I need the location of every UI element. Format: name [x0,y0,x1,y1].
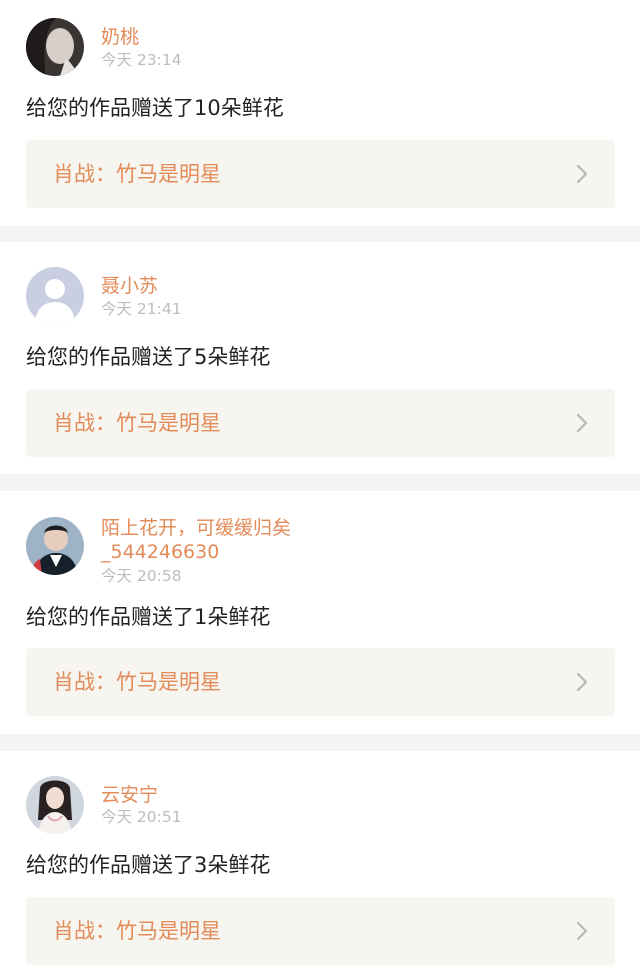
work-link[interactable]: 肖战：竹马是明星 [26,648,615,716]
default-avatar-icon [26,267,84,325]
work-title: 肖战：竹马是明星 [53,919,221,943]
notification-card: 陌上花开，可缓缓归矣 _544246630 今天 20:58 给您的作品赠送了1… [0,491,640,734]
notification-card: 聂小苏 今天 21:41 给您的作品赠送了5朵鲜花 肖战：竹马是明星 [0,242,640,474]
user-name[interactable]: 云安宁 [101,783,341,807]
user-avatar[interactable] [26,517,84,575]
user-avatar[interactable] [26,776,84,834]
gift-message: 给您的作品赠送了5朵鲜花 [26,345,271,369]
timestamp: 今天 20:58 [101,567,182,585]
work-link[interactable]: 肖战：竹马是明星 [26,389,615,457]
chevron-right-icon [573,921,591,941]
timestamp: 今天 20:51 [101,808,182,826]
user-avatar[interactable] [26,18,84,76]
notification-card: 云安宁 今天 20:51 给您的作品赠送了3朵鲜花 肖战：竹马是明星 [0,751,640,969]
user-avatar[interactable] [26,267,84,325]
chevron-right-icon [573,672,591,692]
work-title: 肖战：竹马是明星 [53,162,221,186]
avatar-photo [26,517,84,575]
timestamp: 今天 23:14 [101,51,182,69]
work-link[interactable]: 肖战：竹马是明星 [26,897,615,965]
gift-message: 给您的作品赠送了1朵鲜花 [26,605,271,629]
chevron-right-icon [573,164,591,184]
avatar-photo [26,776,84,834]
user-name[interactable]: 奶桃 [101,25,341,49]
timestamp: 今天 21:41 [101,300,182,318]
gift-message: 给您的作品赠送了10朵鲜花 [26,96,284,120]
user-name[interactable]: 陌上花开，可缓缓归矣 _544246630 [101,516,341,564]
avatar-photo [26,18,84,76]
work-link[interactable]: 肖战：竹马是明星 [26,140,615,208]
chevron-right-icon [573,413,591,433]
user-name-line: 陌上花开，可缓缓归矣 [101,517,292,539]
work-title: 肖战：竹马是明星 [53,670,221,694]
work-title: 肖战：竹马是明星 [53,411,221,435]
gift-message: 给您的作品赠送了3朵鲜花 [26,853,271,877]
user-name-line: _544246630 [101,541,220,563]
user-name[interactable]: 聂小苏 [101,274,341,298]
notification-card: 奶桃 今天 23:14 给您的作品赠送了10朵鲜花 肖战：竹马是明星 [0,0,640,226]
